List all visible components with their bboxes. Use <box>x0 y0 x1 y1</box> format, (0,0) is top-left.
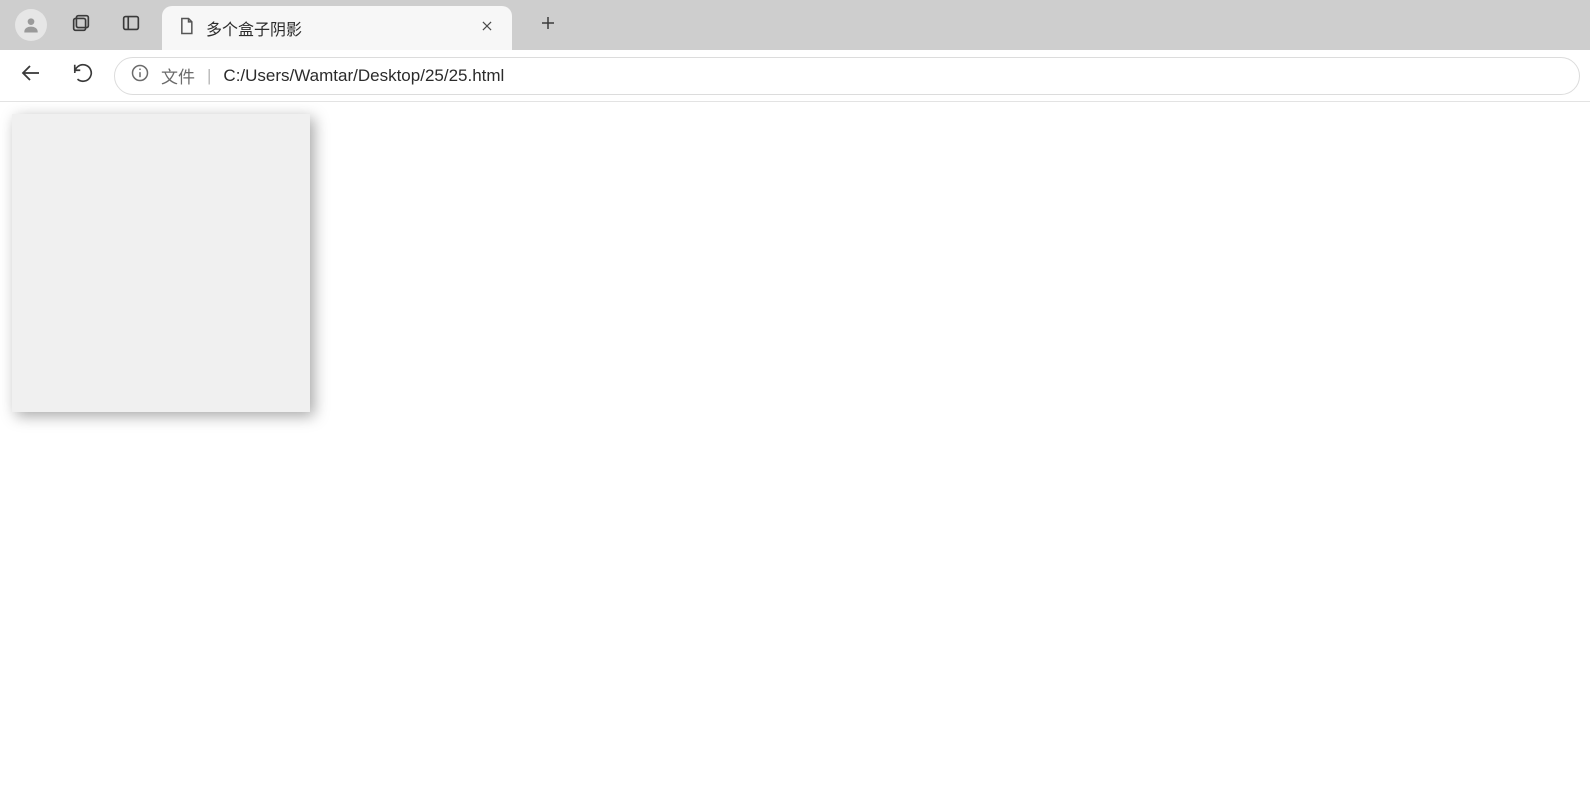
sidebar-icon <box>120 12 142 39</box>
back-button[interactable] <box>10 55 52 97</box>
back-arrow-icon <box>19 61 43 90</box>
address-bar[interactable]: 文件 | C:/Users/Wamtar/Desktop/25/25.html <box>114 57 1580 95</box>
profile-button[interactable] <box>12 6 50 44</box>
profile-icon <box>15 9 47 41</box>
toolbar: 文件 | C:/Users/Wamtar/Desktop/25/25.html <box>0 50 1590 102</box>
address-path: C:/Users/Wamtar/Desktop/25/25.html <box>223 66 1565 86</box>
page-viewport <box>0 102 1590 789</box>
page-icon <box>176 16 196 41</box>
new-tab-button[interactable] <box>530 7 566 43</box>
reload-button[interactable] <box>62 55 104 97</box>
tab-close-button[interactable] <box>476 17 498 39</box>
plus-icon <box>539 14 557 37</box>
active-tab[interactable]: 多个盒子阴影 <box>162 6 512 50</box>
close-icon <box>480 19 494 38</box>
site-info-button[interactable] <box>129 65 151 87</box>
collections-button[interactable] <box>62 6 100 44</box>
sidebar-toggle-button[interactable] <box>112 6 150 44</box>
reload-icon <box>72 62 94 89</box>
collections-icon <box>70 12 92 39</box>
address-separator: | <box>205 66 213 86</box>
address-prefix: 文件 <box>161 63 195 88</box>
tab-title: 多个盒子阴影 <box>206 16 466 40</box>
tab-strip: 多个盒子阴影 <box>0 0 1590 50</box>
shadow-demo-box <box>12 114 310 412</box>
browser-chrome: 多个盒子阴影 <box>0 0 1590 102</box>
info-icon <box>130 63 150 88</box>
